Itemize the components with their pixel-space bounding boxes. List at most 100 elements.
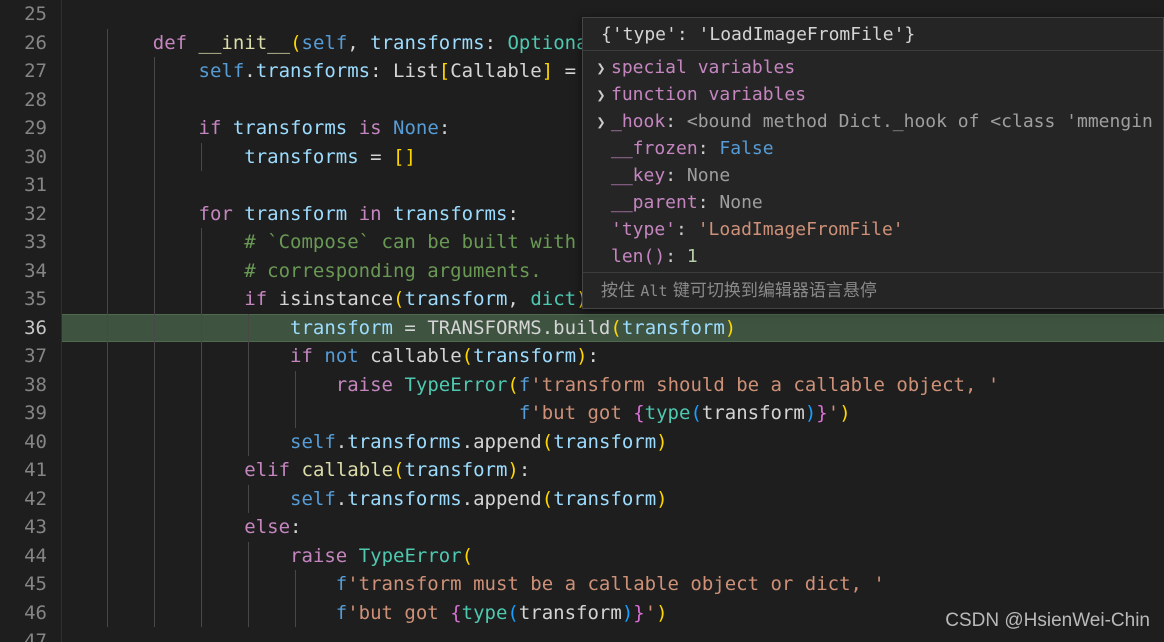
indent-guide (107, 313, 108, 342)
line-number-41[interactable]: 41 (0, 456, 61, 485)
line-number-32[interactable]: 32 (0, 200, 61, 229)
line-number-44[interactable]: 44 (0, 542, 61, 571)
indent-guide (153, 598, 155, 627)
code-line-40[interactable]: self.transforms.append(transform) (62, 427, 1164, 456)
line-number-33[interactable]: 33 (0, 228, 61, 257)
line-number-43[interactable]: 43 (0, 513, 61, 542)
tooltip-variable-row[interactable]: ❯__frozen: False (583, 135, 1163, 162)
code-line-43[interactable]: else: (62, 513, 1164, 542)
code-token: : (587, 345, 599, 367)
code-token: ( (541, 430, 554, 453)
tooltip-variable-row[interactable]: ❯__key: None (583, 162, 1163, 189)
code-token: ) (656, 601, 668, 624)
code-token: def (152, 31, 188, 54)
tooltip-separator: : (665, 165, 687, 186)
line-number-37[interactable]: 37 (0, 342, 61, 371)
code-token: callable (301, 459, 394, 481)
line-number-28[interactable]: 28 (0, 86, 61, 115)
line-number-30[interactable]: 30 (0, 143, 61, 172)
indent-guide (200, 285, 202, 314)
line-number-46[interactable]: 46 (0, 599, 61, 628)
indent-guide (107, 513, 108, 542)
code-token: : (484, 31, 508, 54)
line-number-27[interactable]: 27 (0, 57, 61, 86)
code-token: else (244, 516, 291, 538)
indent-guide (153, 171, 155, 200)
code-token: f (518, 373, 531, 396)
code-token: ) (507, 459, 519, 481)
chevron-right-icon[interactable]: ❯ (591, 109, 611, 135)
indent-guide (247, 598, 249, 627)
tooltip-variable-row[interactable]: ❯ special variables (583, 54, 1163, 81)
line-number-40[interactable]: 40 (0, 428, 61, 457)
debugger-hover-tooltip[interactable]: {'type': 'LoadImageFromFile'} ❯ special v… (582, 17, 1164, 309)
line-number-45[interactable]: 45 (0, 570, 61, 599)
code-line-42[interactable]: self.transforms.append(transform) (62, 484, 1164, 513)
code-line-44[interactable]: raise TypeError( (62, 541, 1164, 570)
line-number-26[interactable]: 26 (0, 29, 61, 58)
line-number-25[interactable]: 25 (0, 0, 61, 29)
line-number-42[interactable]: 42 (0, 485, 61, 514)
line-number-36[interactable]: 36 (0, 314, 61, 343)
tooltip-variable-row[interactable]: ❯ function variables (583, 81, 1163, 108)
tooltip-variable-row[interactable]: ❯'type': 'LoadImageFromFile' (583, 216, 1163, 243)
line-number-29[interactable]: 29 (0, 114, 61, 143)
code-token: transforms (347, 430, 462, 453)
indent-guide (247, 541, 249, 570)
code-token: Callable (450, 60, 542, 82)
tooltip-variable-row[interactable]: ❯ _hook: <bound method Dict._hook of <cla… (583, 108, 1163, 135)
code-token: transform (701, 402, 805, 424)
line-number-38[interactable]: 38 (0, 371, 61, 400)
indent-guide (247, 399, 249, 428)
code-token: : (438, 117, 451, 139)
code-token: transforms (255, 60, 371, 82)
line-number-39[interactable]: 39 (0, 399, 61, 428)
line-number-31[interactable]: 31 (0, 171, 61, 200)
tooltip-variable-name: len() (611, 246, 666, 267)
code-line-36[interactable]: transform = TRANSFORMS.build(transform) (62, 313, 1164, 342)
chevron-right-icon[interactable]: ❯ (591, 55, 611, 81)
tooltip-footer-hint: 按住 Alt 键可切换到编辑器语言悬停 (583, 272, 1163, 308)
code-line-38[interactable]: raise TypeError(f'transform should be a … (62, 370, 1164, 399)
code-editor[interactable]: 25 26 27 28 29 30 31 32 33 34 35 36 37 38 39 40 41 42 43 44… (0, 0, 1164, 642)
line-number-34[interactable]: 34 (0, 257, 61, 286)
indent-guide (200, 484, 202, 513)
code-token: : (370, 60, 394, 82)
code-token: append (473, 430, 542, 453)
tooltip-variable-list[interactable]: ❯ special variables ❯ function variables ❯ _h… (583, 51, 1163, 273)
tooltip-variable-name: __parent (611, 192, 698, 213)
code-token: . (461, 430, 474, 453)
tooltip-separator: : (697, 192, 720, 213)
tooltip-variable-row[interactable]: ❯__parent: None (583, 189, 1163, 216)
code-token: ( (690, 402, 702, 424)
code-token: is (358, 117, 382, 139)
tooltip-separator: : (676, 219, 698, 240)
line-number-47[interactable]: 47 (0, 627, 61, 642)
indent-guide (247, 370, 249, 399)
code-token: transform (621, 316, 725, 339)
code-token: for (198, 202, 233, 225)
indent-guide (294, 598, 296, 627)
code-line-45[interactable]: f'transform must be a callable object or… (62, 570, 1164, 599)
code-token: TypeError (404, 373, 508, 396)
code-line-41[interactable]: elif callable(transform): (62, 456, 1164, 485)
code-token: [ (438, 60, 451, 82)
code-token: : (507, 202, 519, 225)
code-line-37[interactable]: if not callable(transform): (62, 342, 1164, 371)
chevron-right-icon[interactable]: ❯ (591, 82, 611, 108)
code-line-39[interactable]: f'but got {type(transform)}') (62, 399, 1164, 428)
indent-guide (153, 114, 155, 143)
code-token: TypeError (358, 544, 462, 567)
tooltip-header-expression: {'type': 'LoadImageFromFile'} (583, 18, 1163, 51)
tooltip-variable-row[interactable]: ❯len(): 1 (583, 243, 1163, 270)
line-number-35[interactable]: 35 (0, 285, 61, 314)
